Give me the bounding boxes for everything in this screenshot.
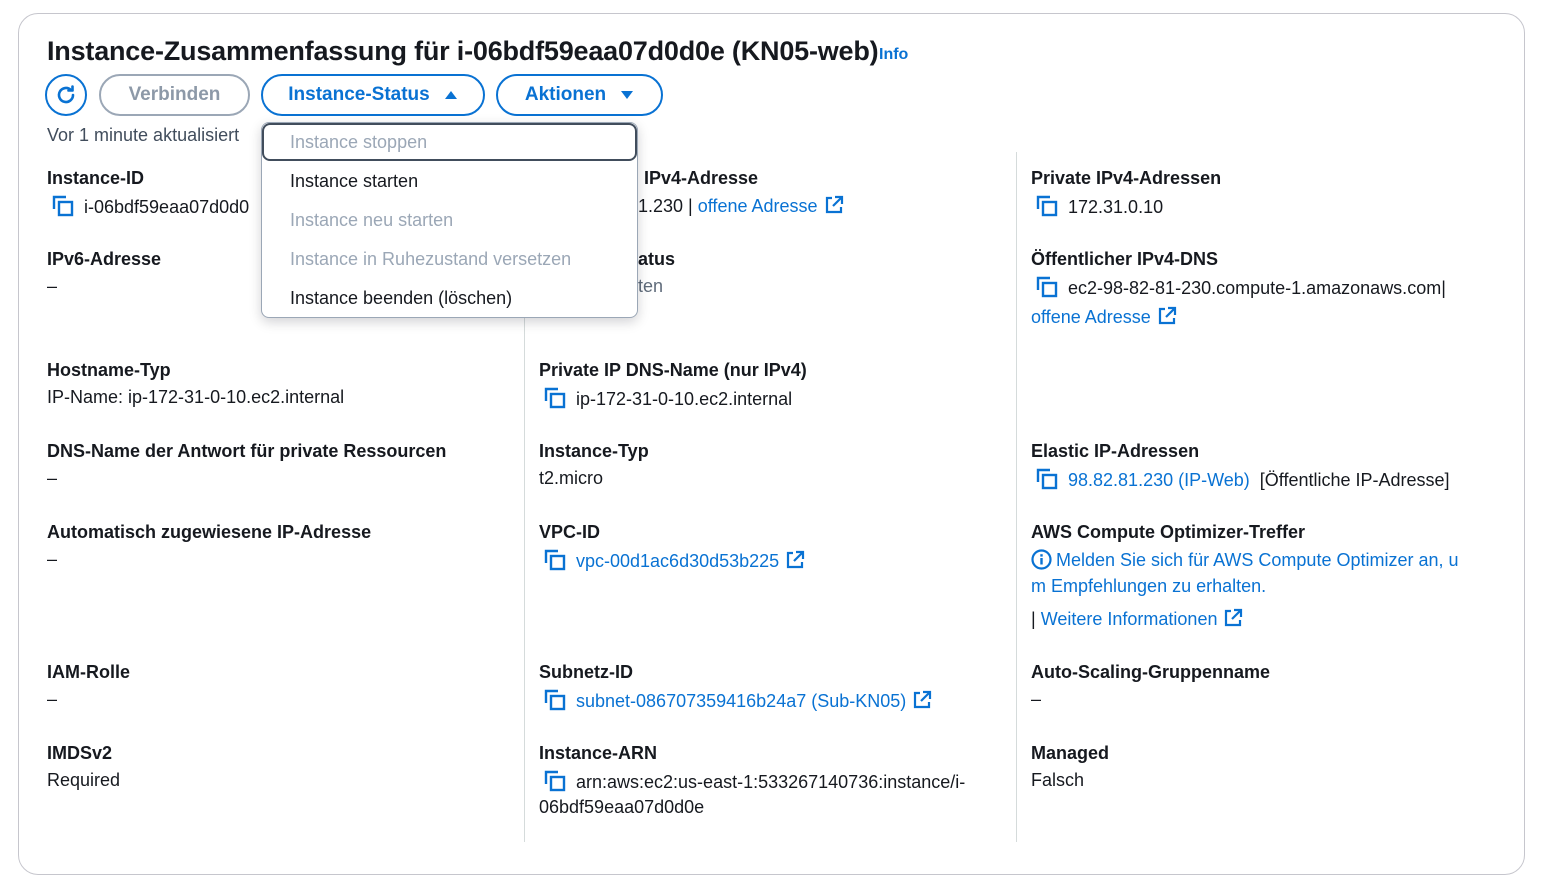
public-dns-text: ec2-98-82-81-230.compute-1.amazonaws.com [1068, 278, 1442, 298]
copy-icon[interactable] [544, 689, 566, 711]
external-link-icon[interactable] [1223, 608, 1243, 628]
instance-type-label: Instance-Typ [539, 441, 649, 461]
asg-name-label: Auto-Scaling-Gruppenname [1031, 662, 1271, 682]
private-ipv4-value: 172.31.0.10 [1036, 195, 1163, 218]
connect-button-label: Verbinden [128, 84, 221, 105]
menu-item-stop-instance[interactable]: Instance stoppen [290, 132, 427, 153]
iam-role-label: IAM-Rolle [47, 662, 130, 682]
subnet-id-label: Subnetz-ID [539, 662, 633, 682]
private-dns-text: ip-172-31-0-10.ec2.internal [576, 389, 793, 409]
instance-state-button[interactable]: Instance-Status [261, 74, 485, 116]
ipv6-label: IPv6-Adresse [47, 249, 162, 269]
external-link-icon[interactable] [912, 690, 932, 710]
copy-icon[interactable] [544, 770, 566, 792]
copy-icon[interactable] [544, 549, 566, 571]
private-dns-value: ip-172-31-0-10.ec2.internal [544, 387, 792, 410]
external-link-icon[interactable] [824, 195, 844, 215]
info-link[interactable]: Info [879, 46, 908, 64]
vpc-id-value: vpc-00d1ac6d30d53b225 [544, 549, 805, 572]
menu-item-start-instance[interactable]: Instance starten [290, 171, 418, 192]
public-dns-value: ec2-98-82-81-230.compute-1.amazonaws.com… [1036, 276, 1446, 299]
managed-label: Managed [1031, 743, 1110, 763]
actions-button[interactable]: Aktionen [496, 74, 663, 116]
external-link-icon[interactable] [785, 550, 805, 570]
compute-optimizer-more: | Weitere Informationen [1031, 608, 1243, 630]
instance-id-text: i-06bdf59eaa07d0d0 [84, 197, 250, 217]
dns-answer-label: DNS-Name der Antwort für private Ressour… [47, 441, 447, 461]
actions-button-label: Aktionen [524, 84, 607, 105]
more-info-separator: | [1031, 609, 1036, 629]
compute-optimizer-line1: Melden Sie sich für AWS Compute Optimize… [1031, 549, 1459, 571]
private-ipv4-label: Private IPv4-Adressen [1031, 168, 1222, 188]
connect-button[interactable]: Verbinden [99, 74, 250, 116]
hostname-type-label: Hostname-Typ [47, 360, 171, 380]
compute-optimizer-line2[interactable]: m Empfehlungen zu erhalten. [1031, 576, 1266, 597]
public-ipv4-open-link[interactable]: offene Adresse [698, 196, 818, 216]
info-circle-icon [1031, 549, 1052, 570]
instance-arn-value: arn:aws:ec2:us-east-1:533267140736:insta… [544, 770, 965, 793]
elastic-ip-value: 98.82.81.230 (IP-Web) [Öffentliche IP-Ad… [1036, 468, 1450, 491]
more-info-link[interactable]: Weitere Informationen [1041, 609, 1218, 629]
instance-id-value: i-06bdf59eaa07d0d0 [52, 195, 249, 218]
public-dns-open: offene Adresse [1031, 306, 1177, 328]
elastic-ip-label: Elastic IP-Adressen [1031, 441, 1200, 461]
instance-arn-text-line1: arn:aws:ec2:us-east-1:533267140736:insta… [576, 772, 966, 792]
last-updated-text: Vor 1 minute aktualisiert [47, 125, 240, 145]
elastic-ip-suffix: [Öffentliche IP-Adresse] [1259, 470, 1450, 490]
public-ipv4-text: 1.230 | [638, 196, 693, 216]
compute-optimizer-signup-link[interactable]: Melden Sie sich für AWS Compute Optimize… [1056, 550, 1459, 570]
managed-value: Falsch [1031, 770, 1085, 790]
vpc-id-label: VPC-ID [539, 522, 601, 542]
caret-up-icon [444, 91, 457, 99]
subnet-id-value: subnet-086707359416b24a7 (Sub-KN05) [544, 689, 932, 712]
menu-item-hibernate-instance[interactable]: Instance in Ruhezustand versetzen [290, 249, 571, 270]
iam-role-value: – [47, 689, 58, 709]
private-ipv4-text: 172.31.0.10 [1068, 197, 1164, 217]
imdsv2-value: Required [47, 770, 121, 790]
asg-name-value: – [1031, 689, 1042, 709]
subnet-id-link[interactable]: subnet-086707359416b24a7 (Sub-KN05) [576, 691, 906, 711]
external-link-icon[interactable] [1157, 306, 1177, 326]
copy-icon[interactable] [52, 195, 74, 217]
dns-answer-value: – [47, 468, 58, 488]
imdsv2-label: IMDSv2 [47, 743, 113, 763]
column-divider [1016, 152, 1017, 842]
menu-item-reboot-instance[interactable]: Instance neu starten [290, 210, 453, 231]
public-ipv4-value: 1.230 | offene Adresse [638, 195, 844, 217]
elastic-ip-link[interactable]: 98.82.81.230 (IP-Web) [1068, 470, 1250, 490]
page-title: Instance-Zusammenfassung für i-06bdf59ea… [47, 36, 879, 66]
ipv6-value: – [47, 276, 58, 296]
instance-arn-label: Instance-ARN [539, 743, 658, 763]
copy-icon[interactable] [1036, 468, 1058, 490]
instance-id-label: Instance-ID [47, 168, 145, 188]
instance-type-value: t2.micro [539, 468, 604, 488]
public-ipv4-label: IPv4-Adresse [644, 168, 759, 188]
instance-state-label: atus [638, 249, 676, 269]
instance-state-dropdown: Instance stoppen Instance starten Instan… [261, 122, 638, 318]
copy-icon[interactable] [1036, 276, 1058, 298]
auto-ip-value: – [47, 549, 58, 569]
hostname-type-value: IP-Name: ip-172-31-0-10.ec2.internal [47, 387, 345, 407]
instance-state-button-label: Instance-Status [288, 84, 430, 105]
instance-arn-text-line2: 06bdf59eaa07d0d0e [539, 797, 705, 817]
private-dns-label: Private IP DNS-Name (nur IPv4) [539, 360, 807, 380]
compute-optimizer-label: AWS Compute Optimizer-Treffer [1031, 522, 1306, 542]
menu-item-terminate-instance[interactable]: Instance beenden (löschen) [290, 288, 512, 309]
public-dns-label: Öffentlicher IPv4-DNS [1031, 249, 1219, 269]
refresh-button[interactable] [45, 74, 87, 116]
public-dns-separator: | [1441, 278, 1446, 298]
caret-down-icon [621, 91, 634, 99]
instance-state-value: ten [638, 276, 664, 296]
public-dns-open-link[interactable]: offene Adresse [1031, 307, 1151, 327]
vpc-id-link[interactable]: vpc-00d1ac6d30d53b225 [576, 551, 779, 571]
auto-ip-label: Automatisch zugewiesene IP-Adresse [47, 522, 372, 542]
copy-icon[interactable] [544, 387, 566, 409]
copy-icon[interactable] [1036, 195, 1058, 217]
refresh-icon [57, 85, 75, 104]
